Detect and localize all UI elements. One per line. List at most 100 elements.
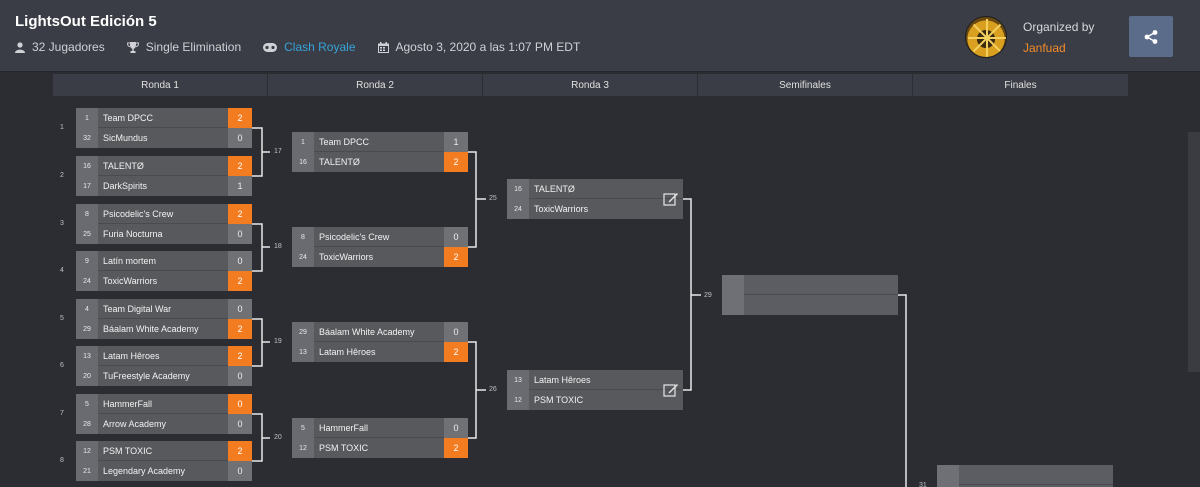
seed: 1	[292, 132, 314, 152]
participant-row[interactable]: 8 Psicodelic's Crew 2	[76, 204, 252, 224]
seed: 8	[292, 227, 314, 247]
gamepad-icon	[263, 42, 278, 52]
trophy-icon	[126, 41, 139, 53]
participant-row[interactable]: 4 Team Digital War 0	[76, 299, 252, 319]
participant-row[interactable]: 12 PSM TOXIC	[507, 390, 683, 410]
participant-row[interactable]: 29 Báalam White Academy 2	[76, 319, 252, 339]
match[interactable]: 12 PSM TOXIC 2 21 Legendary Academy 0	[76, 441, 252, 481]
share-button[interactable]	[1129, 16, 1173, 57]
edit-icon[interactable]	[663, 382, 679, 398]
score: 0	[228, 461, 252, 481]
participant-name: Latam Hêroes	[103, 350, 160, 361]
participant-row[interactable]: 16 TALENTØ 2	[292, 152, 468, 172]
semifinal-slot-1	[722, 275, 898, 295]
match[interactable]: 16 TALENTØ 24 ToxicWarriors	[507, 179, 683, 219]
participant-row[interactable]: 5 HammerFall 0	[76, 394, 252, 414]
participant-name: ToxicWarriors	[319, 252, 374, 262]
match[interactable]: 13 Latam Hêroes 2 20 TuFreestyle Academy 0	[76, 346, 252, 386]
participant-name	[959, 465, 1113, 484]
seed: 24	[507, 199, 529, 219]
tournament-format: Single Elimination	[145, 40, 242, 54]
participant-row[interactable]: 16 TALENTØ 2	[76, 156, 252, 176]
organizer-link[interactable]: Janfuad	[1023, 41, 1066, 55]
round-header-3: Ronda 3	[483, 74, 698, 96]
game-info[interactable]: Clash Royale	[263, 40, 356, 54]
participant-row[interactable]: 25 Furia Nocturna 0	[76, 224, 252, 244]
participant-name: ToxicWarriors	[534, 204, 589, 214]
match-number: 26	[489, 386, 497, 393]
participant-row[interactable]: 9 Latín mortem 0	[76, 251, 252, 271]
participant-row[interactable]: 29 Báalam White Academy 0	[292, 322, 468, 342]
match[interactable]: 8 Psicodelic's Crew 2 25 Furia Nocturna 0	[76, 204, 252, 244]
seed: 29	[292, 322, 314, 342]
match-number: 18	[274, 243, 282, 250]
seed: 8	[76, 204, 98, 224]
participant-row[interactable]: 17 DarkSpirits 1	[76, 176, 252, 196]
score: 0	[444, 418, 468, 438]
participant-row[interactable]: 24 ToxicWarriors 2	[292, 247, 468, 267]
participant-row[interactable]: 12 PSM TOXIC 2	[292, 438, 468, 458]
participant-name: TuFreestyle Academy	[103, 371, 190, 381]
seed	[722, 295, 744, 315]
score: 2	[444, 438, 468, 458]
participant-name: Team DPCC	[319, 136, 370, 147]
match-number: 5	[60, 315, 64, 322]
participant-row[interactable]: 20 TuFreestyle Academy 0	[76, 366, 252, 386]
participant-name: SicMundus	[103, 133, 148, 143]
score: 1	[444, 132, 468, 152]
participant-name	[744, 295, 898, 315]
participant-row[interactable]: 24 ToxicWarriors 2	[76, 271, 252, 291]
participant-row[interactable]: 21 Legendary Academy 0	[76, 461, 252, 481]
final-match[interactable]	[937, 465, 1113, 487]
match[interactable]: 9 Latín mortem 0 24 ToxicWarriors 2	[76, 251, 252, 291]
participant-row[interactable]: 13 Latam Hêroes	[507, 370, 683, 390]
match[interactable]: 16 TALENTØ 2 17 DarkSpirits 1	[76, 156, 252, 196]
participant-row[interactable]: 1 Team DPCC 2	[76, 108, 252, 128]
edit-icon[interactable]	[663, 191, 679, 207]
participant-name	[744, 275, 898, 294]
participant-name: ToxicWarriors	[103, 276, 158, 286]
date-info: Agosto 3, 2020 a las 1:07 PM EDT	[377, 40, 580, 54]
participant-row[interactable]: 24 ToxicWarriors	[507, 199, 683, 219]
seed: 32	[76, 128, 98, 148]
participant-name: Legendary Academy	[103, 466, 186, 476]
match[interactable]: 8 Psicodelic's Crew 0 24 ToxicWarriors 2	[292, 227, 468, 267]
match-number: 3	[60, 220, 64, 227]
game-link[interactable]: Clash Royale	[284, 40, 355, 54]
match[interactable]: 5 HammerFall 0 28 Arrow Academy 0	[76, 394, 252, 434]
participant-row[interactable]: 12 PSM TOXIC 2	[76, 441, 252, 461]
participant-row[interactable]: 28 Arrow Academy 0	[76, 414, 252, 434]
match[interactable]: 13 Latam Hêroes 12 PSM TOXIC	[507, 370, 683, 410]
match[interactable]: 1 Team DPCC 2 32 SicMundus 0	[76, 108, 252, 148]
participant-name: DarkSpirits	[103, 181, 148, 191]
match-number: 8	[60, 457, 64, 464]
participant-row[interactable]: 16 TALENTØ	[507, 179, 683, 199]
participant-row[interactable]: 5 HammerFall 0	[292, 418, 468, 438]
organizer-avatar[interactable]	[965, 16, 1007, 58]
participant-name: HammerFall	[103, 398, 153, 409]
seed: 29	[76, 319, 98, 339]
match[interactable]: 5 HammerFall 0 12 PSM TOXIC 2	[292, 418, 468, 458]
match[interactable]: 4 Team Digital War 0 29 Báalam White Academy…	[76, 299, 252, 339]
match[interactable]: 29 Báalam White Academy 0 13 Latam Hêroes 2	[292, 322, 468, 362]
scrollbar[interactable]	[1188, 132, 1200, 372]
participant-row[interactable]: 8 Psicodelic's Crew 0	[292, 227, 468, 247]
score: 0	[444, 227, 468, 247]
semifinal-slot-2	[722, 295, 898, 315]
semifinal-match[interactable]	[722, 275, 898, 315]
tournament-header: LightsOut Edición 5 32 Jugadores Single …	[0, 0, 1200, 72]
participant-row[interactable]: 1 Team DPCC 1	[292, 132, 468, 152]
match-number: 6	[60, 362, 64, 369]
participant-row[interactable]: 13 Latam Hêroes 2	[76, 346, 252, 366]
participant-name: TALENTØ	[319, 157, 360, 167]
match-number: 20	[274, 434, 282, 441]
participant-row[interactable]: 32 SicMundus 0	[76, 128, 252, 148]
score: 0	[228, 299, 252, 319]
round-header-finals: Finales	[913, 74, 1129, 96]
seed	[937, 465, 959, 485]
participant-row[interactable]: 13 Latam Hêroes 2	[292, 342, 468, 362]
match[interactable]: 1 Team DPCC 1 16 TALENTØ 2	[292, 132, 468, 172]
tournament-title: LightsOut Edición 5	[15, 13, 157, 30]
participant-name: Psicodelic's Crew	[319, 231, 390, 242]
round-header-semifinals: Semifinales	[698, 74, 913, 96]
